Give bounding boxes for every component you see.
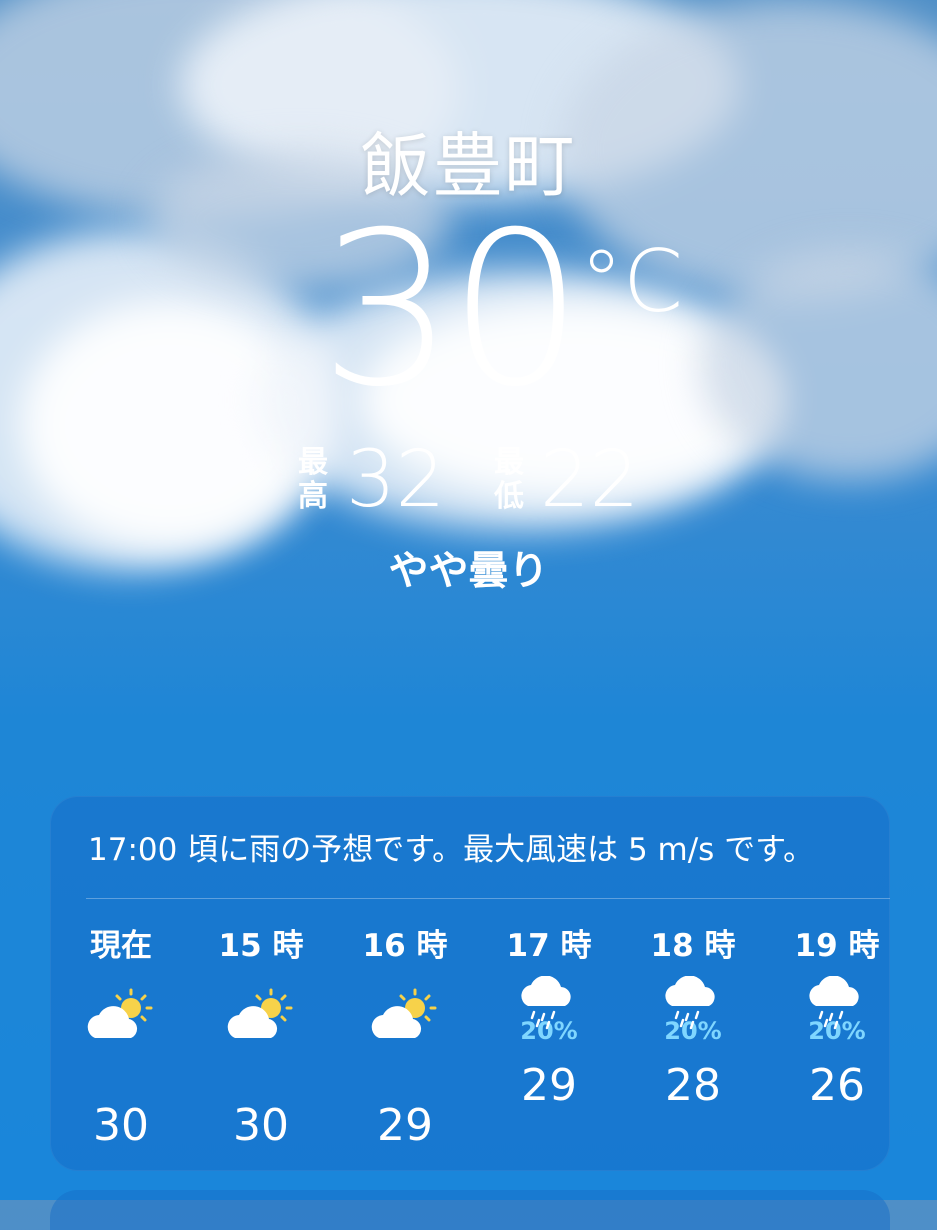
hour-temperature: 28 — [665, 1060, 721, 1111]
hour-item: 18 時 20% 28 — [638, 926, 748, 1111]
low-temperature: 22 — [540, 435, 640, 525]
hour-label: 19 時 — [794, 928, 880, 964]
high-temperature: 32 — [346, 435, 446, 525]
high-low-temperatures: 最高 32 最低 22 — [0, 440, 937, 520]
rain-cloud-icon — [782, 975, 892, 1030]
hour-temperature: 29 — [521, 1060, 577, 1111]
forecast-summary: 17:00 頃に雨の予想です。最大風速は 5 m/s です。 — [88, 832, 815, 868]
low-label: 最低 — [494, 445, 524, 514]
precipitation-chance — [206, 1056, 316, 1086]
rain-cloud-icon — [494, 975, 604, 1030]
hour-temperature: 26 — [809, 1060, 865, 1111]
hour-temperature: 29 — [377, 1100, 433, 1151]
hour-label: 16 時 — [362, 928, 448, 964]
partly-cloudy-icon — [350, 986, 460, 1056]
precipitation-chance — [350, 1056, 460, 1086]
hour-label: 15 時 — [218, 928, 304, 964]
hour-label: 17 時 — [506, 928, 592, 964]
high-label: 最高 — [298, 445, 328, 514]
weather-condition: やや曇り — [388, 548, 549, 594]
partly-cloudy-icon — [206, 986, 316, 1056]
hour-item: 19 時 20% 26 — [782, 926, 892, 1111]
hour-item: 15 時 30 — [206, 926, 316, 1151]
temperature-unit: °C — [580, 232, 684, 332]
precipitation-chance — [66, 1056, 176, 1086]
next-card-peek[interactable] — [50, 1190, 890, 1230]
hour-temperature: 30 — [233, 1100, 289, 1151]
hour-item: 16 時 29 — [350, 926, 460, 1151]
hour-item: 現在 30 — [66, 926, 176, 1151]
hour-item: 17 時 20% 29 — [494, 926, 604, 1111]
hour-label: 現在 — [90, 928, 152, 964]
hourly-forecast-card[interactable]: 17:00 頃に雨の予想です。最大風速は 5 m/s です。 現在 30 15 … — [50, 796, 890, 1171]
rain-cloud-icon — [638, 975, 748, 1030]
hour-temperature: 30 — [93, 1100, 149, 1151]
partly-cloudy-icon — [66, 986, 176, 1056]
divider — [86, 898, 890, 899]
current-temperature: 30 — [319, 186, 584, 433]
hour-label: 18 時 — [650, 928, 736, 964]
